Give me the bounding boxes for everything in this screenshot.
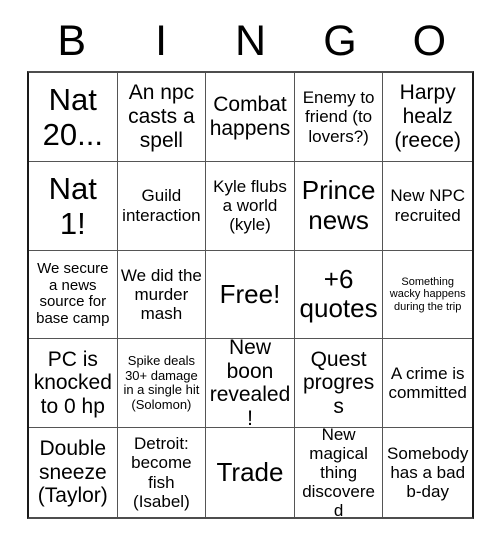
bingo-cell-label: Trade: [216, 456, 284, 487]
bingo-cell-label: We secure a news source for base camp: [36, 259, 110, 328]
bingo-cell-r1-c2[interactable]: An npc casts a spell: [117, 73, 207, 162]
bingo-cell-r4-c4[interactable]: Quest progress: [294, 339, 384, 429]
header-letter-o: O: [412, 16, 447, 65]
bingo-cell-label: Nat 1!: [48, 170, 97, 241]
bingo-cell-label: Spike deals 30+ damage in a single hit (…: [123, 352, 200, 412]
bingo-cell-label: A crime is committed: [388, 364, 467, 403]
bingo-cell-r1-c5[interactable]: Harpy healz (reece): [383, 73, 472, 162]
bingo-cell-r5-c3[interactable]: Trade: [206, 428, 295, 517]
header-letter-i: I: [155, 16, 168, 65]
bingo-cell-r1-c4[interactable]: Enemy to friend (to lovers?): [294, 73, 384, 162]
bingo-cell-r3-c4[interactable]: +6 quotes: [294, 250, 384, 340]
bingo-cell-r4-c1[interactable]: PC is knocked to 0 hp: [29, 339, 118, 429]
bingo-cell-r4-c5[interactable]: A crime is committed: [383, 339, 472, 429]
bingo-cell-label: Kyle flubs a world (kyle): [213, 176, 287, 235]
bingo-cell-r2-c3[interactable]: Kyle flubs a world (kyle): [206, 161, 295, 251]
bingo-cell-r1-c3[interactable]: Combat happens: [206, 73, 295, 162]
bingo-cell-r4-c3[interactable]: New boon revealed!: [206, 339, 295, 429]
bingo-cell-r5-c5[interactable]: Somebody has a bad b-day: [383, 428, 472, 517]
bingo-cell-label: +6 quotes: [299, 264, 378, 324]
bingo-cell-label: Somebody has a bad b-day: [387, 443, 469, 502]
bingo-cell-r5-c4[interactable]: New magical thing discovered: [294, 428, 384, 517]
bingo-cell-label: Guild interaction: [122, 186, 201, 225]
bingo-cell-label: New boon revealed!: [209, 339, 291, 429]
bingo-cell-label: PC is knocked to 0 hp: [33, 347, 112, 419]
bingo-cell-r2-c5[interactable]: New NPC recruited: [383, 161, 472, 251]
bingo-cell-label: Combat happens: [209, 93, 291, 140]
bingo-cell-free-space[interactable]: Free!: [206, 250, 295, 340]
bingo-grid: Nat 20... An npc casts a spell Combat happ…: [27, 71, 474, 519]
header-letter-g: G: [323, 16, 357, 65]
bingo-cell-label: Double sneeze (Taylor): [37, 437, 108, 508]
bingo-cell-r3-c1[interactable]: We secure a news source for base camp: [29, 250, 118, 340]
bingo-cell-r5-c1[interactable]: Double sneeze (Taylor): [29, 428, 118, 517]
bingo-cell-r4-c2[interactable]: Spike deals 30+ damage in a single hit (…: [117, 339, 207, 429]
bingo-cell-label: Detroit: become fish (Isabel): [131, 434, 192, 511]
bingo-cell-label: Something wacky happens during the trip: [389, 275, 466, 313]
bingo-cell-label: An npc casts a spell: [128, 81, 195, 152]
bingo-card: B I N G O Nat 20... An npc casts a spell C…: [0, 0, 500, 544]
bingo-cell-label: Enemy to friend (to lovers?): [302, 88, 375, 146]
bingo-cell-r2-c4[interactable]: Prince news: [294, 161, 384, 251]
bingo-cell-r2-c1[interactable]: Nat 1!: [29, 161, 118, 251]
bingo-cell-label: Harpy healz (reece): [394, 81, 461, 152]
bingo-cell-label: Free!: [219, 278, 281, 309]
bingo-header-row: B I N G O: [27, 14, 474, 68]
bingo-cell-r5-c2[interactable]: Detroit: become fish (Isabel): [117, 428, 207, 517]
bingo-cell-r2-c2[interactable]: Guild interaction: [117, 161, 207, 251]
bingo-cell-r1-c1[interactable]: Nat 20...: [29, 73, 118, 162]
header-letter-b: B: [57, 16, 87, 65]
bingo-cell-label: New magical thing discovered: [302, 428, 375, 517]
bingo-cell-label: New NPC recruited: [390, 186, 465, 225]
bingo-cell-label: Quest progress: [302, 347, 375, 419]
header-letter-n: N: [234, 16, 267, 65]
bingo-cell-label: We did the murder mash: [120, 265, 202, 324]
bingo-cell-label: Prince news: [301, 175, 376, 235]
bingo-cell-r3-c2[interactable]: We did the murder mash: [117, 250, 207, 340]
bingo-cell-r3-c5[interactable]: Something wacky happens during the trip: [383, 250, 472, 340]
bingo-cell-label: Nat 20...: [42, 81, 103, 152]
